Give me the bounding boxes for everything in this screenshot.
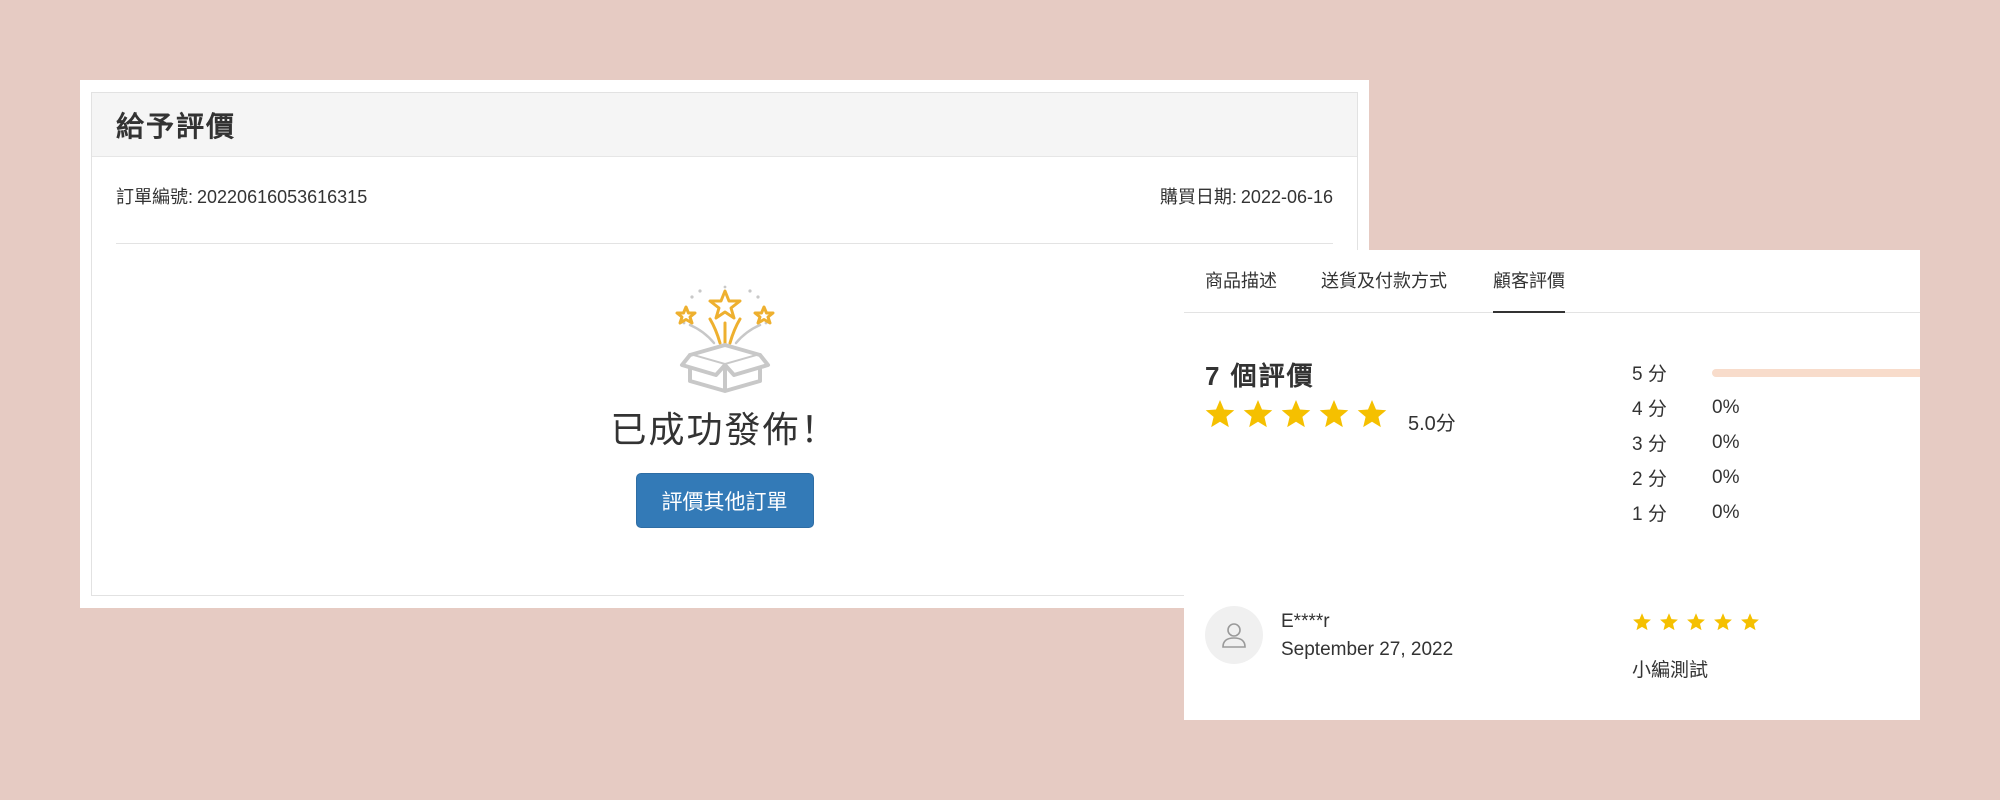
review-date: September 27, 2022 (1281, 639, 1454, 660)
average-rating-stars (1204, 398, 1388, 430)
product-tabs: 商品描述 送貨及付款方式 顧客評價 (1184, 250, 1920, 313)
success-area: 已成功發佈！ 評價其他訂單 (92, 285, 1357, 528)
star-icon (1319, 400, 1349, 428)
rating-percent: 0% (1712, 431, 1740, 453)
order-number-label: 訂單編號: (116, 187, 194, 207)
review-text: 小編測試 (1632, 660, 1709, 681)
divider (116, 243, 1333, 244)
star-icon (1714, 613, 1732, 631)
review-submitted-card: 給予評價 訂單編號: 20220616053616315 購買日期: 2022-06… (80, 80, 1369, 608)
reviewer-name: E****r (1281, 611, 1330, 632)
rating-percent: 0% (1712, 466, 1740, 488)
rating-bar-5 (1712, 368, 1920, 377)
purchase-date: 購買日期: 2022-06-16 (1160, 183, 1333, 209)
star-icon (1357, 400, 1387, 428)
rating-row-1: 1 分 0% (1632, 495, 1920, 530)
rating-distribution: 5 分 4 分 0% 3 分 0% 2 分 0% 1 分 0% (1632, 355, 1920, 530)
user-icon (1222, 623, 1246, 648)
rating-row-5: 5 分 (1632, 355, 1920, 390)
average-score: 5.0分 (1408, 413, 1456, 435)
review-panel: 給予評價 訂單編號: 20220616053616315 購買日期: 2022-06… (91, 92, 1358, 596)
review-count: 7 個評價 (1205, 361, 1315, 391)
rating-row-4: 4 分 0% (1632, 390, 1920, 425)
product-reviews-card: 商品描述 送貨及付款方式 顧客評價 7 個評價 5.0分 5 分 4 分 0% … (1184, 250, 1920, 720)
order-meta: 訂單編號: 20220616053616315 購買日期: 2022-06-16 (92, 183, 1357, 209)
order-number: 訂單編號: 20220616053616315 (116, 183, 367, 209)
rating-label: 2 分 (1632, 469, 1667, 490)
star-icon (1243, 400, 1273, 428)
order-number-value: 20220616053616315 (197, 187, 368, 207)
rating-percent: 0% (1712, 396, 1740, 418)
tab-customer-reviews[interactable]: 顧客評價 (1493, 267, 1565, 313)
avatar (1205, 606, 1263, 664)
star-icon (1633, 613, 1651, 631)
rating-label: 5 分 (1632, 364, 1667, 385)
star-icon (1687, 613, 1705, 631)
review-other-orders-button[interactable]: 評價其他訂單 (635, 473, 814, 528)
rating-row-2: 2 分 0% (1632, 460, 1920, 495)
rating-percent: 0% (1712, 501, 1740, 523)
rating-row-3: 3 分 0% (1632, 425, 1920, 460)
star-icon (1205, 400, 1235, 428)
tab-product-description[interactable]: 商品描述 (1205, 267, 1277, 311)
star-icon (1741, 613, 1759, 631)
star-icon (1660, 613, 1678, 631)
success-message: 已成功發佈！ (610, 409, 839, 450)
purchase-date-label: 購買日期: (1159, 187, 1237, 207)
rating-label: 3 分 (1632, 434, 1667, 455)
review-header: 給予評價 (92, 93, 1357, 157)
rating-label: 4 分 (1632, 399, 1667, 420)
gift-box-stars-icon (675, 285, 774, 393)
review-title: 給予評價 (116, 110, 237, 142)
purchase-date-value: 2022-06-16 (1240, 187, 1333, 207)
tab-shipping-payment[interactable]: 送貨及付款方式 (1321, 267, 1447, 311)
star-icon (1281, 400, 1311, 428)
review-rating-stars (1632, 612, 1760, 632)
rating-label: 1 分 (1632, 504, 1667, 525)
